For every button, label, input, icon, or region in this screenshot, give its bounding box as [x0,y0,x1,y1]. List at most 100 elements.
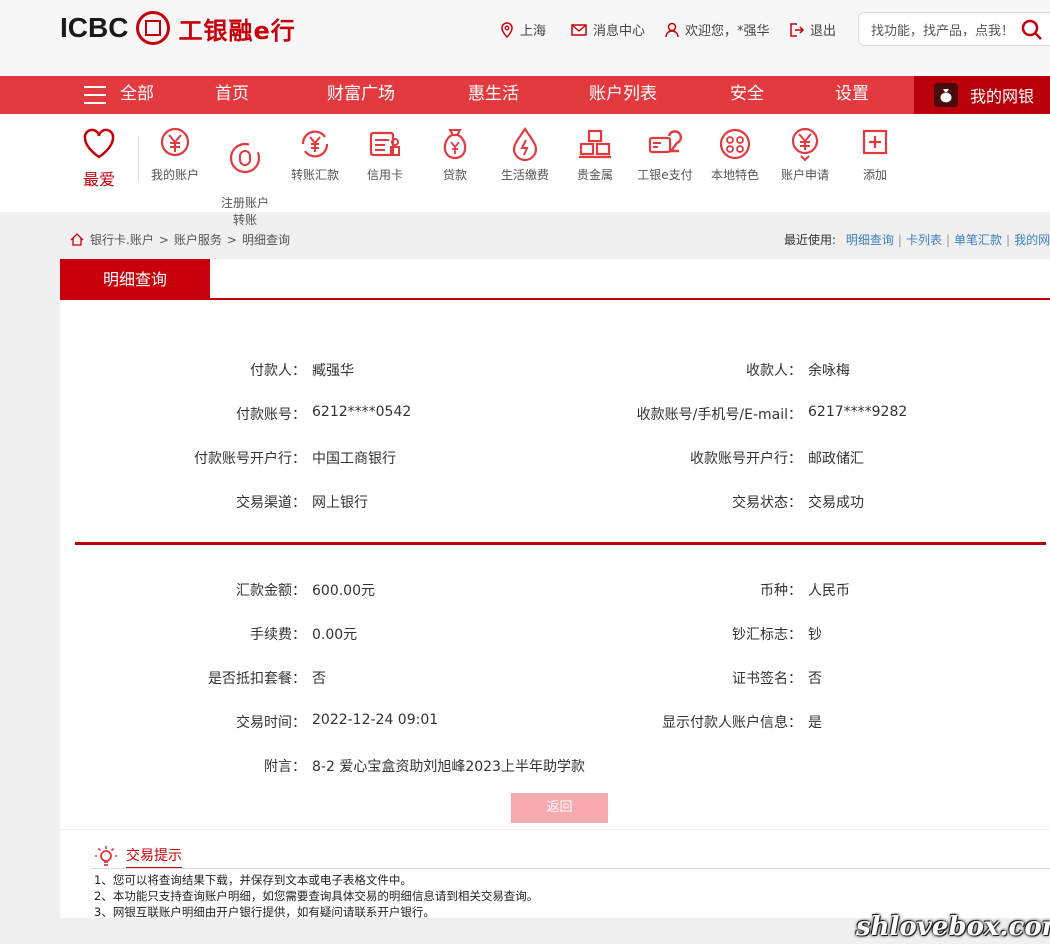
currency-value: 人民币 [808,583,850,599]
memo-value: 8-2 爱心宝盒资助刘旭峰2023上半年助学款 [312,759,585,775]
quick-credit-card[interactable]: 信用卡 [350,126,420,183]
status-value: 交易成功 [808,495,864,511]
breadcrumb-account-service[interactable]: 账户服务 [174,231,222,248]
payee-account-value: 6217****9282 [808,404,908,420]
local-feature-icon [719,128,751,160]
yuan-coin-icon [160,127,190,157]
package-label: 是否抵扣套餐： [208,671,306,687]
logout-link[interactable]: 退出 [788,20,836,39]
amount-label: 汇款金额： [236,583,306,599]
nav-all[interactable]: 全部 [120,76,154,114]
payer-label: 付款人： [250,363,306,379]
logout-icon [790,22,804,37]
amount-value: 600.00元 [312,583,375,599]
section-divider [75,542,1046,545]
message-center-link[interactable]: 消息中心 [571,20,645,39]
tip-line-1: 1、您可以将查询结果下载，并保存到文本或电子表格文件中。 [94,873,412,887]
nav-wealth[interactable]: 财富广场 [327,76,395,114]
plus-icon [862,129,888,155]
nav-home[interactable]: 首页 [215,76,249,114]
tips-divider [90,868,1050,869]
recent-detail-query[interactable]: 明细查询 [846,233,894,247]
tips-header: 交易提示 [94,845,182,869]
breadcrumb-card-account[interactable]: 银行卡.账户 [90,231,154,248]
quick-local-feature[interactable]: 本地特色 [700,126,770,183]
quick-precious-metal[interactable]: 贵金属 [560,126,630,183]
tip-line-2: 2、本功能只支持查询账户明细，如您需要查询具体交易的明细信息请到相关交易查询。 [94,889,539,903]
menu-icon[interactable] [84,86,106,110]
payer-bank-value: 中国工商银行 [312,451,396,467]
currency-label: 币种： [760,583,802,599]
back-button[interactable]: 返回 [511,793,608,823]
welcome-user[interactable]: 欢迎您，*强华 [665,20,770,39]
time-label: 交易时间： [236,715,306,731]
payer-bank-label: 付款账号开户行： [194,451,306,467]
payee-value: 余咏梅 [808,363,850,379]
home-icon [70,233,84,246]
quick-loan[interactable]: 贷款 [420,126,490,183]
recent-used: 最近使用: 明细查询|卡列表|单笔汇款|我的网银 [784,231,1050,248]
heart-icon [83,128,115,159]
cash-flag-label: 钞汇标志： [732,627,802,643]
nav-accounts[interactable]: 账户列表 [589,76,657,114]
icbc-logo[interactable]: ICBC 工银融e行 [60,10,296,46]
quick-utility[interactable]: 生活缴费 [490,126,560,183]
water-drop-icon [512,127,538,162]
cert-sign-label: 证书签名： [732,671,802,687]
tips-title: 交易提示 [126,845,182,869]
lightbulb-icon [95,846,117,866]
nav-security[interactable]: 安全 [730,76,764,114]
my-bank-button[interactable]: 我的网银 [914,76,1050,114]
quick-divider [138,136,139,182]
quick-transfer[interactable]: 转账汇款 [280,126,350,183]
breadcrumb: 银行卡.账户 > 账户服务 > 明细查询 [70,231,290,248]
quick-favorite[interactable]: 最爱 [64,126,134,190]
nav-settings[interactable]: 设置 [835,76,869,114]
payee-label: 收款人： [746,363,802,379]
nav-life[interactable]: 惠生活 [468,76,519,114]
transfer-yuan-icon [301,130,329,158]
money-bag-icon [934,83,958,107]
recent-card-list[interactable]: 卡列表 [906,233,942,247]
channel-label: 交易渠道： [236,495,306,511]
fee-label: 手续费： [250,627,306,643]
watermark: shlovebox.com [856,912,1050,942]
cash-flag-value: 钞 [808,627,822,643]
account-apply-icon [791,127,819,162]
quick-register-transfer[interactable]: 注册账户 转账 [210,126,280,228]
location-link[interactable]: 上海 [500,20,546,39]
logo-text-en: ICBC [60,12,129,43]
registered-transfer-icon [229,142,261,174]
quick-account-apply[interactable]: 账户申请 [770,126,840,183]
credit-card-icon [369,131,400,157]
time-value: 2022-12-24 09:01 [312,712,439,728]
search-input[interactable]: 找功能，找产品，点我！ [858,12,1050,46]
breadcrumb-detail-query: 明细查询 [241,233,290,247]
show-payer-label: 显示付款人账户信息： [662,715,802,731]
quick-epay[interactable]: 工银e支付 [630,126,700,183]
search-icon[interactable] [1021,19,1043,41]
mail-icon [571,23,587,36]
cert-sign-value: 否 [808,671,822,687]
recent-my-bank[interactable]: 我的网银 [1014,233,1050,247]
gold-bars-icon [579,129,611,159]
payee-account-label: 收款账号/手机号/E-mail： [636,407,802,423]
payee-bank-label: 收款账号开户行： [690,451,802,467]
channel-value: 网上银行 [312,495,368,511]
package-value: 否 [312,671,326,687]
main-nav [0,76,1050,114]
quick-add[interactable]: 添加 [840,126,910,183]
quick-my-account[interactable]: 我的账户 [140,126,210,183]
recent-single-remit[interactable]: 单笔汇款 [954,233,1002,247]
payer-account-value: 6212****0542 [312,404,412,420]
payer-value: 臧强华 [312,363,354,379]
show-payer-value: 是 [808,715,822,731]
payee-bank-value: 邮政储汇 [808,451,864,467]
logo-seal-icon [136,11,171,45]
location-pin-icon [501,21,513,38]
payer-account-label: 付款账号： [236,407,306,423]
user-icon [665,22,679,37]
tab-detail-query[interactable]: 明细查询 [60,259,210,300]
epay-card-icon [648,130,683,154]
tip-line-3: 3、网银互联账户明细由开户银行提供，如有疑问请联系开户银行。 [94,905,435,919]
